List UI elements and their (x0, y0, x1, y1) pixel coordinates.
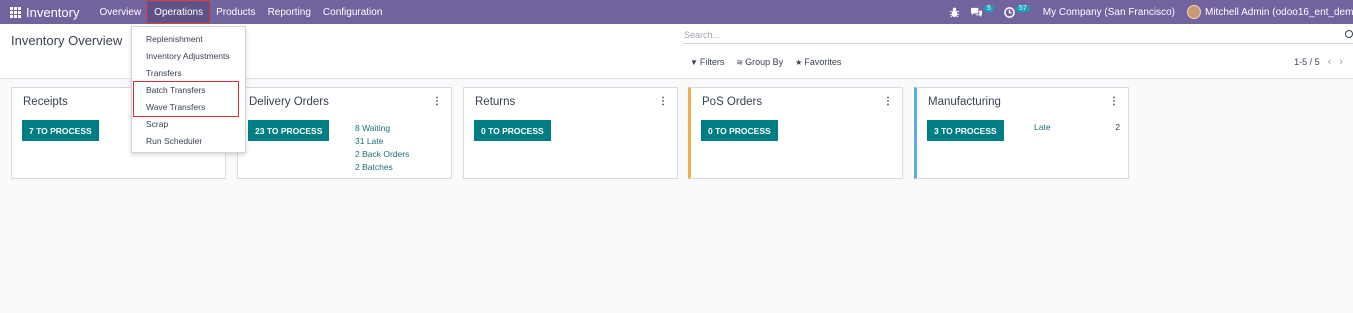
pager: 1-5 / 5 ‹ › (1294, 56, 1343, 68)
kebab-menu-icon[interactable]: ⋮ (883, 96, 893, 107)
debug-bug-icon[interactable] (949, 7, 960, 18)
layers-icon: ≋ (736, 57, 744, 67)
kebab-menu-icon[interactable]: ⋮ (1109, 96, 1119, 107)
menu-products[interactable]: Products (210, 0, 261, 24)
filter-funnel-icon: ▼ (690, 57, 698, 67)
app-name[interactable]: Inventory (26, 5, 79, 20)
menu-item-wave-transfers[interactable]: Wave Transfers (146, 102, 205, 112)
pager-next-icon[interactable]: › (1339, 56, 1343, 68)
menu-configuration[interactable]: Configuration (317, 0, 388, 24)
menu-item-inventory-adjustments[interactable]: Inventory Adjustments (146, 51, 230, 61)
user-avatar[interactable] (1187, 5, 1201, 19)
stat-late-count: 2 (1115, 122, 1120, 132)
to-process-button[interactable]: 3 TO PROCESS (927, 120, 1004, 141)
stat-back-orders[interactable]: 2 Back Orders (355, 148, 409, 161)
search-icon[interactable] (1345, 30, 1353, 38)
to-process-button[interactable]: 7 TO PROCESS (22, 120, 99, 141)
stat-late-label: Late (1034, 122, 1051, 132)
page-title: Inventory Overview (11, 33, 123, 48)
card-delivery-orders: Delivery Orders ⋮ 23 TO PROCESS 8 Waitin… (237, 87, 452, 179)
card-returns: Returns ⋮ 0 TO PROCESS (463, 87, 678, 179)
messages-icon[interactable]: 5 (970, 4, 994, 18)
groupby-button[interactable]: ≋ Group By (736, 57, 783, 67)
pager-prev-icon[interactable]: ‹ (1328, 56, 1332, 68)
favorites-label: Favorites (804, 57, 842, 67)
to-process-button[interactable]: 0 TO PROCESS (474, 120, 551, 141)
menu-reporting[interactable]: Reporting (262, 0, 317, 24)
groupby-label: Group By (745, 57, 784, 67)
card-title[interactable]: Returns (475, 96, 515, 108)
menu-operations[interactable]: Operations (147, 1, 211, 23)
filters-button[interactable]: ▼ Filters (690, 57, 724, 67)
card-title[interactable]: Receipts (23, 96, 68, 108)
menu-overview[interactable]: Overview (93, 0, 147, 24)
stats-list: 8 Waiting 31 Late 2 Back Orders 2 Batche… (355, 122, 409, 174)
pager-value[interactable]: 1-5 / 5 (1294, 57, 1320, 67)
card-title[interactable]: Manufacturing (928, 96, 1001, 108)
card-pos-orders: PoS Orders ⋮ 0 TO PROCESS (688, 87, 903, 179)
stat-late-row[interactable]: Late 2 (1034, 122, 1120, 132)
card-title[interactable]: Delivery Orders (249, 96, 329, 108)
to-process-button[interactable]: 23 TO PROCESS (248, 120, 330, 141)
kebab-menu-icon[interactable]: ⋮ (432, 96, 442, 107)
stat-batches[interactable]: 2 Batches (355, 161, 409, 174)
operations-dropdown: Replenishment Inventory Adjustments Tran… (131, 26, 246, 153)
top-navbar: Inventory Overview Operations Products R… (0, 0, 1353, 24)
messages-badge: 5 (984, 4, 994, 12)
activities-clock-icon[interactable]: 57 (1004, 4, 1030, 18)
menu-item-run-scheduler[interactable]: Run Scheduler (146, 136, 202, 146)
menu-item-batch-transfers[interactable]: Batch Transfers (146, 85, 206, 95)
filters-label: Filters (699, 57, 725, 67)
star-icon: ★ (795, 57, 803, 67)
activities-badge: 57 (1015, 4, 1030, 12)
menu-item-replenishment[interactable]: Replenishment (146, 34, 203, 44)
card-manufacturing: Manufacturing ⋮ 3 TO PROCESS Late 2 (914, 87, 1129, 179)
user-menu[interactable]: Mitchell Admin (odoo16_ent_demo) (1205, 7, 1353, 18)
apps-grid-icon[interactable] (8, 5, 22, 19)
menu-item-scrap[interactable]: Scrap (146, 119, 168, 129)
company-switcher[interactable]: My Company (San Francisco) (1043, 7, 1175, 18)
card-title[interactable]: PoS Orders (702, 96, 762, 108)
stat-late[interactable]: 31 Late (355, 135, 409, 148)
kebab-menu-icon[interactable]: ⋮ (658, 96, 668, 107)
search-input[interactable]: Search... (683, 28, 1353, 44)
stat-waiting[interactable]: 8 Waiting (355, 122, 409, 135)
to-process-button[interactable]: 0 TO PROCESS (701, 120, 778, 141)
menu-item-transfers[interactable]: Transfers (146, 68, 182, 78)
search-options: ▼ Filters ≋ Group By ★ Favorites (690, 57, 853, 67)
favorites-button[interactable]: ★ Favorites (795, 57, 841, 67)
